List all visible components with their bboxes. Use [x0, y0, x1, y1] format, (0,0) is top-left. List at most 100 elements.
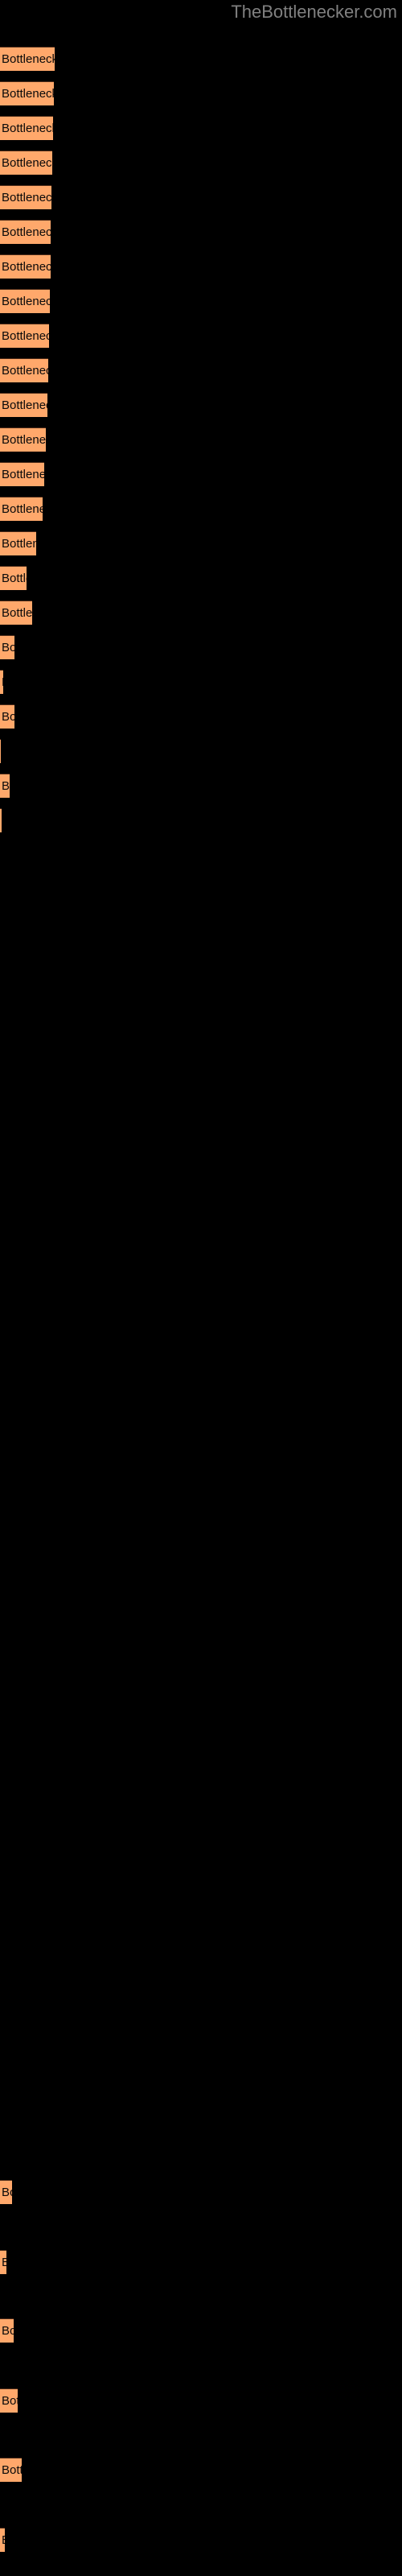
- bar-row: [0, 1051, 402, 1075]
- bar-row: [0, 1016, 402, 1040]
- bar-row: Bottleneck result: [0, 497, 402, 521]
- chart-bar[interactable]: Bottleneck result: [0, 2458, 22, 2482]
- bar-row: [0, 1293, 402, 1317]
- bar-label: Bottleneck result: [2, 191, 51, 204]
- bar-row: [0, 877, 402, 902]
- bar-label: Bottleneck result: [2, 295, 50, 308]
- bar-row: [0, 1154, 402, 1179]
- bar-label: Bottleneck result: [2, 641, 14, 654]
- bar-label-clip: Bottleneck result: [0, 428, 46, 452]
- bar-row: [0, 947, 402, 971]
- bar-label-clip: Bottleneck result: [0, 2181, 12, 2205]
- chart-bar[interactable]: Bottleneck result: [0, 2388, 18, 2413]
- chart-bar[interactable]: Bottleneck result: [0, 116, 53, 140]
- bar-label-clip: Bottleneck result: [0, 2251, 6, 2275]
- bar-row: [0, 1431, 402, 1455]
- bar-row: Bottleneck result: [0, 670, 402, 694]
- bar-row: [0, 1501, 402, 1525]
- bar-row: [0, 1604, 402, 1629]
- chart-bar[interactable]: Bottleneck result: [0, 531, 36, 555]
- bar-label-clip: Bottleneck result: [0, 671, 3, 695]
- chart-bar[interactable]: Bottleneck result: [0, 254, 51, 279]
- chart-bar[interactable]: Bottleneck result: [0, 185, 51, 209]
- bar-row: [0, 1812, 402, 1836]
- bar-row: Bottleneck result: [0, 462, 402, 486]
- bar-label-clip: Bottleneck result: [0, 2389, 18, 2413]
- chart-bar[interactable]: Bottleneck result: [0, 601, 32, 625]
- bar-label: Bottleneck result: [2, 2529, 5, 2553]
- bar-row: Bottleneck result: [0, 601, 402, 625]
- chart-bar[interactable]: Bottleneck result: [0, 2528, 5, 2552]
- bar-label-clip: Bottleneck result: [0, 151, 52, 175]
- chart-bar[interactable]: Bottleneck result: [0, 808, 2, 832]
- bar-label-clip: Bottleneck result: [0, 290, 50, 314]
- bar-row: Bottleneck result: [0, 739, 402, 763]
- bar-label: Bottleneck result: [2, 398, 47, 412]
- bar-row: Bottleneck result: [0, 254, 402, 279]
- bar-label: Bottleneck result: [2, 122, 53, 135]
- chart-bar[interactable]: Bottleneck result: [0, 739, 1, 763]
- bar-label-clip: Bottleneck result: [0, 117, 53, 141]
- bar-label: Bottleneck result: [2, 156, 52, 170]
- bar-row: [0, 1743, 402, 1767]
- bar-label: Bottleneck result: [2, 2256, 6, 2269]
- chart-bar[interactable]: Bottleneck result: [0, 151, 52, 175]
- chart-bar[interactable]: Bottleneck result: [0, 670, 3, 694]
- bar-row: [0, 1985, 402, 2009]
- bar-row: [0, 1881, 402, 1905]
- bar-row: Bottleneck result: [0, 2180, 402, 2204]
- chart-bar[interactable]: Bottleneck result: [0, 427, 46, 452]
- bar-row: Bottleneck result: [0, 47, 402, 71]
- bar-label-clip: Bottleneck result: [0, 255, 51, 279]
- bar-label-clip: Bottleneck result: [0, 532, 36, 556]
- bar-label: Bottleneck result: [2, 2324, 14, 2338]
- chart-bar[interactable]: Bottleneck result: [0, 2180, 12, 2204]
- chart-bar[interactable]: Bottleneck result: [0, 324, 49, 348]
- bar-row: Bottleneck result: [0, 808, 402, 832]
- bar-row: [0, 1258, 402, 1282]
- chart-bar[interactable]: Bottleneck result: [0, 220, 51, 244]
- bar-row: [0, 1674, 402, 1698]
- chart-bar[interactable]: Bottleneck result: [0, 462, 44, 486]
- bar-label: Bottleneck result: [2, 502, 43, 516]
- bar-label: Bottleneck result: [2, 364, 48, 378]
- chart-bar[interactable]: Bottleneck result: [0, 2318, 14, 2343]
- bar-label-clip: Bottleneck result: [0, 497, 43, 522]
- chart-bar[interactable]: Bottleneck result: [0, 704, 14, 729]
- bar-label: Bottleneck result: [2, 468, 44, 481]
- chart-bar[interactable]: Bottleneck result: [0, 358, 48, 382]
- chart-bar[interactable]: Bottleneck result: [0, 47, 55, 71]
- chart-bar[interactable]: Bottleneck result: [0, 774, 10, 798]
- chart-bar[interactable]: Bottleneck result: [0, 497, 43, 521]
- bar-label-clip: Bottleneck result: [0, 809, 2, 833]
- chart-bar[interactable]: Bottleneck result: [0, 2250, 6, 2274]
- bar-row: Bottleneck result: [0, 116, 402, 140]
- bar-row: Bottleneck result: [0, 427, 402, 452]
- bar-row: [0, 1085, 402, 1109]
- bar-label-clip: Bottleneck result: [0, 463, 44, 487]
- bar-row: Bottleneck result: [0, 151, 402, 175]
- bar-label-clip: Bottleneck result: [0, 221, 51, 245]
- chart-bar[interactable]: Bottleneck result: [0, 635, 14, 659]
- bar-label: Bottleneck result: [2, 710, 14, 724]
- chart-bar[interactable]: Bottleneck result: [0, 393, 47, 417]
- bar-row: [0, 981, 402, 1005]
- bar-row: Bottleneck result: [0, 324, 402, 348]
- bar-label-clip: Bottleneck result: [0, 601, 32, 625]
- bar-row: Bottleneck result: [0, 393, 402, 417]
- bar-label-clip: Bottleneck result: [0, 186, 51, 210]
- bar-row: Bottleneck result: [0, 289, 402, 313]
- bar-row: [0, 1570, 402, 1594]
- bar-row: Bottleneck result: [0, 185, 402, 209]
- bar-label-clip: Bottleneck result: [0, 82, 54, 106]
- bar-row: Bottleneck result: [0, 358, 402, 382]
- bar-label: Bottleneck result: [2, 779, 10, 793]
- bar-label-clip: Bottleneck result: [0, 324, 49, 349]
- bar-row: [0, 1535, 402, 1559]
- chart-bar[interactable]: Bottleneck result: [0, 81, 54, 105]
- bar-row: [0, 912, 402, 936]
- chart-bar[interactable]: Bottleneck result: [0, 289, 50, 313]
- bar-label-clip: Bottleneck result: [0, 774, 10, 799]
- bar-row: [0, 1847, 402, 1871]
- chart-bar[interactable]: Bottleneck result: [0, 566, 27, 590]
